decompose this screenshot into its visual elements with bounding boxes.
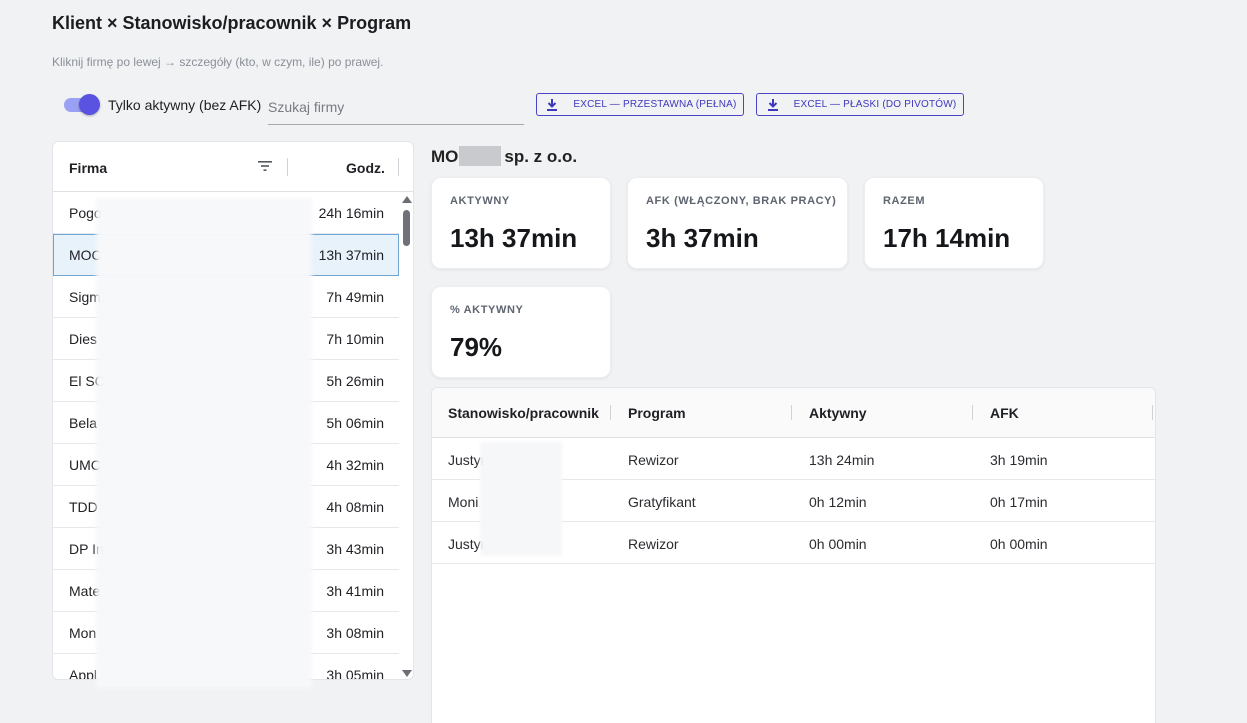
column-header-worker[interactable]: Stanowisko/pracownik: [448, 405, 599, 421]
column-resize-handle[interactable]: [398, 158, 399, 176]
company-hours: 13h 37min: [318, 247, 384, 263]
detail-table-header: Stanowisko/pracownik Program Aktywny AFK: [432, 388, 1155, 438]
company-hours: 4h 32min: [326, 457, 384, 473]
company-hours: 3h 41min: [326, 583, 384, 599]
column-resize-handle[interactable]: [287, 158, 288, 176]
stat-card-afk: AFK (WŁĄCZONY, BRAK PRACY) 3h 37min: [627, 177, 848, 269]
active-cell: 0h 00min: [809, 536, 867, 552]
redaction-mask: [459, 146, 502, 166]
company-name-prefix: MO: [431, 147, 459, 166]
company-hours: 3h 43min: [326, 541, 384, 557]
company-name: Bela: [69, 415, 98, 431]
export-flat-button[interactable]: EXCEL — PŁASKI (DO PIVOTÓW): [756, 93, 964, 116]
company-hours: 24h 16min: [318, 205, 384, 221]
stat-value: 79%: [450, 332, 503, 362]
company-name: TDD: [69, 499, 98, 515]
company-hours: 7h 10min: [326, 331, 384, 347]
worker-cell: Moni: [448, 494, 479, 510]
column-resize-handle[interactable]: [1152, 405, 1153, 420]
company-name-suffix: sp. z o.o.: [504, 147, 578, 166]
column-header-afk[interactable]: AFK: [990, 405, 1019, 421]
stat-label: % AKTYWNY: [450, 304, 524, 316]
column-resize-handle[interactable]: [791, 405, 792, 420]
stat-value: 13h 37min: [450, 223, 578, 253]
stat-card-active: AKTYWNY 13h 37min: [431, 177, 611, 269]
scrollbar-thumb[interactable]: [403, 210, 410, 246]
export-pivot-button[interactable]: EXCEL — PRZESTAWNA (PEŁNA): [536, 93, 744, 116]
stat-value: 3h 37min: [646, 223, 759, 253]
download-icon: [767, 98, 778, 111]
company-name: Appl: [69, 667, 98, 680]
stat-card-active-percent: % AKTYWNY 79%: [431, 286, 611, 378]
column-header-hours[interactable]: Godz.: [346, 160, 385, 176]
active-cell: 13h 24min: [809, 452, 875, 468]
program-cell: Gratyfikant: [628, 494, 696, 510]
program-cell: Rewizor: [628, 452, 679, 468]
stat-label: AFK (WŁĄCZONY, BRAK PRACY): [646, 195, 837, 207]
column-header-active[interactable]: Aktywny: [809, 405, 867, 421]
list-scrollbar[interactable]: [400, 192, 413, 679]
selected-company-name: MO sp. z o.o.: [431, 146, 577, 167]
stat-label: AKTYWNY: [450, 195, 510, 207]
export-pivot-label: EXCEL — PRZESTAWNA (PEŁNA): [573, 99, 737, 110]
stat-label: RAZEM: [883, 195, 926, 207]
company-hours: 5h 26min: [326, 373, 384, 389]
toggle-thumb: [79, 94, 100, 115]
company-hours: 4h 08min: [326, 499, 384, 515]
download-icon: [547, 98, 558, 111]
afk-cell: 0h 00min: [990, 536, 1048, 552]
export-flat-label: EXCEL — PŁASKI (DO PIVOTÓW): [793, 99, 957, 110]
company-name: Mon: [69, 625, 97, 641]
scroll-down-arrow-icon[interactable]: [402, 670, 412, 677]
column-header-program[interactable]: Program: [628, 405, 686, 421]
page-title: Klient × Stanowisko/pracownik × Program: [52, 13, 412, 33]
column-header-firm[interactable]: Firma: [69, 160, 107, 176]
active-cell: 0h 12min: [809, 494, 867, 510]
program-cell: Rewizor: [628, 536, 679, 552]
scroll-up-arrow-icon[interactable]: [402, 196, 412, 203]
company-search-input[interactable]: [268, 90, 524, 125]
company-hours: 5h 06min: [326, 415, 384, 431]
redaction-blur: [480, 442, 562, 556]
page-subtitle: Kliknij firmę po lewej → szczegóły (kto,…: [52, 55, 384, 69]
company-list-header: Firma Godz.: [53, 142, 413, 192]
redaction-blur: [96, 198, 312, 688]
stat-value: 17h 14min: [883, 223, 1011, 253]
afk-cell: 0h 17min: [990, 494, 1048, 510]
company-hours: 7h 49min: [326, 289, 384, 305]
filter-icon[interactable]: [257, 159, 273, 173]
company-hours: 3h 05min: [326, 667, 384, 680]
stat-card-total: RAZEM 17h 14min: [864, 177, 1044, 269]
company-name: Dies: [69, 331, 98, 347]
column-resize-handle[interactable]: [972, 405, 973, 420]
afk-cell: 3h 19min: [990, 452, 1048, 468]
toggle-label: Tylko aktywny (bez AFK): [108, 97, 262, 113]
column-resize-handle[interactable]: [610, 405, 611, 420]
company-hours: 3h 08min: [326, 625, 384, 641]
active-only-toggle[interactable]: [62, 94, 100, 116]
